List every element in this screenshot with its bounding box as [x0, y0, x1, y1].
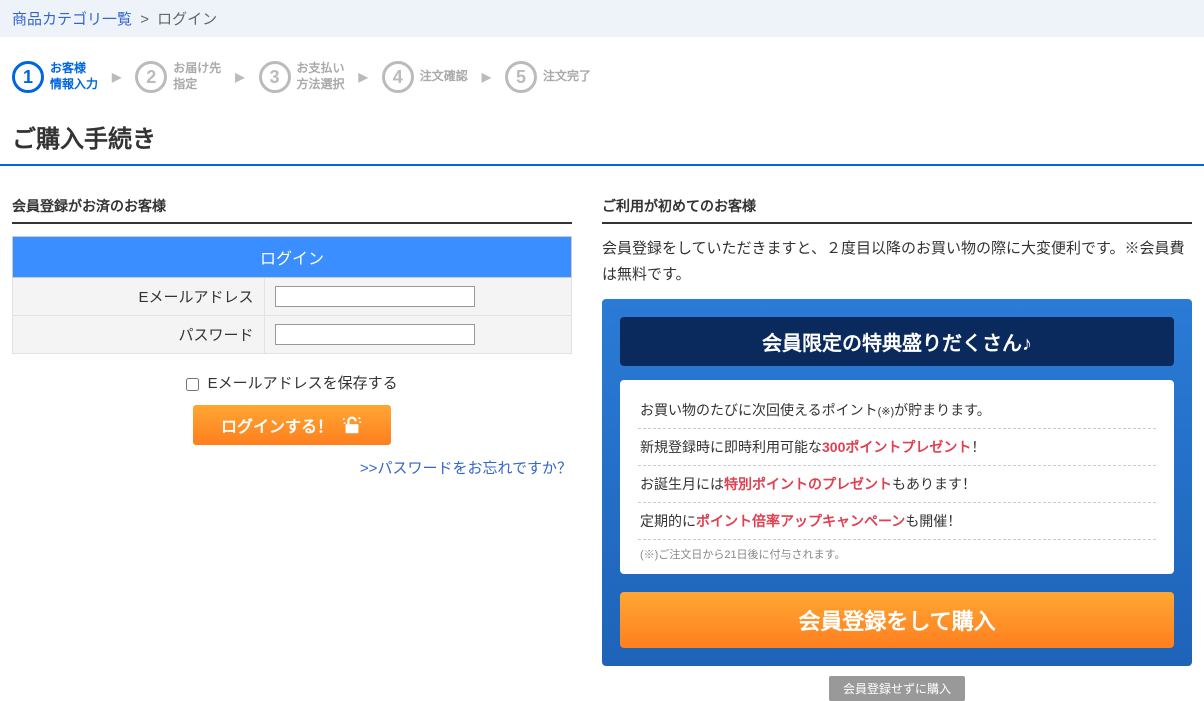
member-benefits-box: 会員限定の特典盛りだくさん♪ お買い物のたびに次回使えるポイント(※)が貯まりま…: [602, 299, 1192, 666]
step-label: お支払い 方法選択: [297, 61, 345, 92]
promo-item-signup-bonus: 新規登録時に即時利用可能な300ポイントプレゼント！: [638, 429, 1156, 466]
promo-text: 定期的に: [640, 513, 696, 529]
chevron-right-icon: ▶: [112, 70, 121, 84]
guest-purchase-button[interactable]: 会員登録せずに購入: [829, 676, 965, 701]
step-number-icon: 2: [135, 61, 167, 93]
page-title: ご購入手続き: [0, 111, 1204, 166]
promo-text: ！: [971, 439, 985, 455]
promo-list: お買い物のたびに次回使えるポイント(※)が貯まります。 新規登録時に即時利用可能…: [620, 380, 1174, 574]
step-label: お客様 情報入力: [50, 61, 98, 92]
promo-text: が貯まります。: [894, 402, 991, 418]
unlock-icon: [341, 414, 363, 436]
promo-item-birthday: お誕生月には特別ポイントのプレゼントもあります！: [638, 466, 1156, 503]
new-user-section-heading: ご利用が初めてのお客様: [602, 196, 1192, 224]
promo-text: も開催！: [905, 513, 961, 529]
promo-text-note-ref: (※): [878, 406, 895, 418]
email-label: Eメールアドレス: [13, 278, 265, 316]
chevron-right-icon: ▶: [359, 70, 368, 84]
chevron-right-icon: ▶: [235, 70, 244, 84]
promo-highlight: ポイント倍率アップキャンペーン: [696, 513, 905, 529]
step-customer-info: 1 お客様 情報入力: [12, 61, 98, 93]
step-confirm: 4 注文確認: [382, 61, 468, 93]
promo-text: もあります！: [892, 476, 976, 492]
register-and-purchase-button[interactable]: 会員登録をして購入: [620, 592, 1174, 648]
step-delivery: 2 お届け先 指定: [135, 61, 221, 93]
login-section-heading: 会員登録がお済のお客様: [12, 196, 572, 224]
promo-text: 新規登録時に即時利用可能な: [640, 439, 822, 455]
login-column: 会員登録がお済のお客様 ログイン Eメールアドレス パスワード Eメールアドレス…: [12, 196, 572, 478]
step-complete: 5 注文完了: [505, 61, 591, 93]
promo-item-campaign: 定期的にポイント倍率アップキャンペーンも開催！: [638, 503, 1156, 540]
promo-footnote: (※)ご注文日から21日後に付与されます。: [638, 540, 1156, 562]
step-number-icon: 1: [12, 61, 44, 93]
password-field[interactable]: [275, 324, 475, 345]
step-number-icon: 5: [505, 61, 537, 93]
login-button[interactable]: ログインする！: [193, 405, 391, 445]
save-email-checkbox[interactable]: [186, 378, 199, 391]
promo-item-points: お買い物のたびに次回使えるポイント(※)が貯まります。: [638, 392, 1156, 429]
breadcrumb-separator: >: [140, 11, 149, 28]
promo-text: お買い物のたびに次回使えるポイント: [640, 402, 878, 418]
step-label: 注文確認: [420, 69, 468, 85]
save-email-row: Eメールアドレスを保存する: [12, 372, 572, 393]
chevron-right-icon: ▶: [482, 70, 491, 84]
checkout-steps: 1 お客様 情報入力 ▶ 2 お届け先 指定 ▶ 3 お支払い 方法選択 ▶ 4…: [0, 37, 1204, 111]
step-number-icon: 3: [259, 61, 291, 93]
step-number-icon: 4: [382, 61, 414, 93]
login-form-table: ログイン Eメールアドレス パスワード: [12, 236, 572, 354]
new-user-intro: 会員登録をしていただきますと、２度目以降のお買い物の際に大変便利です。※会員費は…: [602, 236, 1192, 287]
promo-highlight: 300ポイントプレゼント: [822, 439, 971, 455]
new-user-column: ご利用が初めてのお客様 会員登録をしていただきますと、２度目以降のお買い物の際に…: [602, 196, 1192, 701]
login-button-label: ログインする！: [221, 413, 333, 437]
breadcrumb-current: ログイン: [157, 11, 217, 28]
promo-header: 会員限定の特典盛りだくさん♪: [620, 317, 1174, 366]
breadcrumb-link-categories[interactable]: 商品カテゴリ一覧: [12, 11, 132, 28]
password-label: パスワード: [13, 316, 265, 354]
step-label: 注文完了: [543, 69, 591, 85]
save-email-text: Eメールアドレスを保存する: [208, 375, 398, 392]
breadcrumb: 商品カテゴリ一覧 > ログイン: [0, 0, 1204, 37]
step-payment: 3 お支払い 方法選択: [259, 61, 345, 93]
save-email-checkbox-label[interactable]: Eメールアドレスを保存する: [186, 375, 397, 392]
promo-highlight: 特別ポイントのプレゼント: [724, 476, 892, 492]
login-header: ログイン: [13, 237, 572, 278]
step-label: お届け先 指定: [173, 61, 221, 92]
email-field[interactable]: [275, 286, 475, 307]
promo-text: お誕生月には: [640, 476, 724, 492]
forgot-password-link[interactable]: >>パスワードをお忘れですか？: [360, 460, 572, 477]
